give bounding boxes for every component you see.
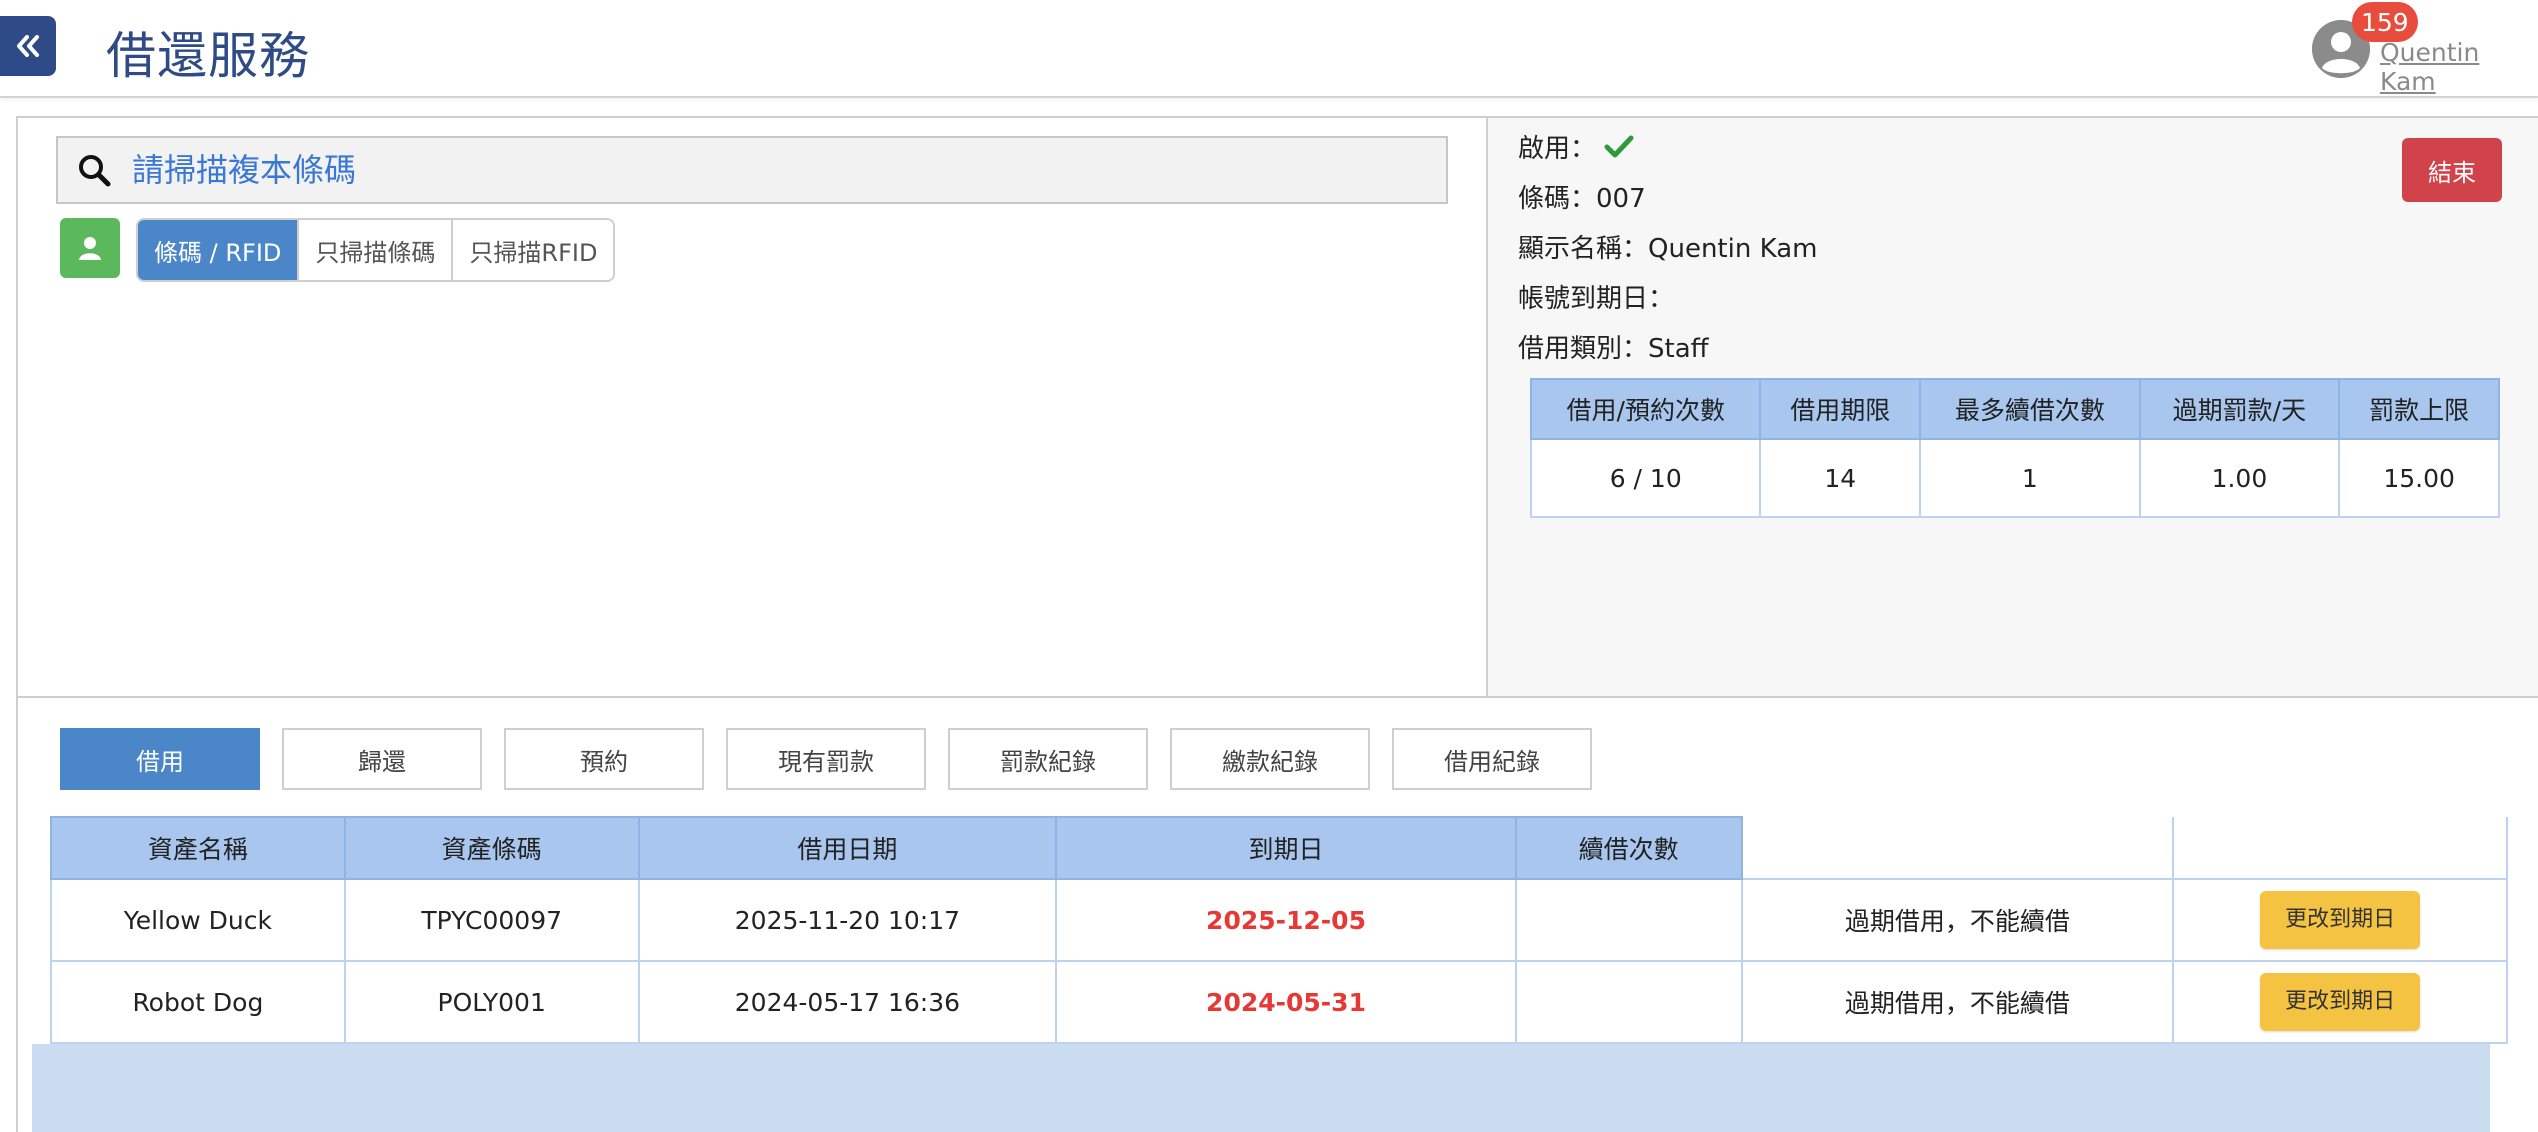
app-header: 借還服務 159 Quentin Kam [0,0,2538,98]
record-tabs: 借用 歸還 預約 現有罰款 罰款紀錄 繳款紀錄 借用紀錄 [60,728,1592,790]
scan-panel: 條碼 / RFID 只掃描條碼 只掃描RFID [16,116,1488,698]
table-footer-fill [32,1044,2490,1132]
notification-badge[interactable]: 159 [2352,2,2418,42]
enabled-row: 啟用： [1518,128,1634,165]
tab-fine-records[interactable]: 罰款紀錄 [948,728,1148,790]
renew-status-cell: 過期借用，不能續借 [1740,878,2175,962]
loan-header-blank [2173,817,2508,880]
table-row: Robot Dog POLY001 2024-05-17 16:36 2024-… [50,960,2508,1044]
loan-header-row: 資產名稱 資產條碼 借用日期 到期日 續借次數 [50,816,2508,880]
loan-header: 資產條碼 [343,816,640,880]
barcode-value: 007 [1596,184,1646,214]
patron-info-panel: 啟用： 條碼：007 顯示名稱：Quentin Kam 帳號到期日： 借用類別：… [1486,116,2538,698]
user-name-link[interactable]: Quentin Kam [2380,38,2538,96]
category-row: 借用類別：Staff [1518,328,1709,365]
asset-name-cell: Robot Dog [50,960,346,1044]
display-name-row: 顯示名稱：Quentin Kam [1518,228,1817,265]
user-icon [79,237,101,260]
renew-status-cell: 過期借用，不能續借 [1740,960,2175,1044]
quota-cell: 1 [1919,438,2141,518]
change-due-date-button[interactable]: 更改到期日 [2260,973,2421,1031]
expiry-row: 帳號到期日： [1518,278,1674,315]
search-icon [79,155,111,187]
scan-mode-rfid-only[interactable]: 只掃描RFID [453,220,614,280]
quota-header: 罰款上限 [2338,378,2500,440]
quota-header: 過期罰款/天 [2138,378,2341,440]
double-chevron-left-icon [17,35,39,57]
quota-cell: 14 [1759,438,1922,518]
tab-return[interactable]: 歸還 [282,728,482,790]
expiry-label: 帳號到期日： [1518,284,1675,314]
end-session-button[interactable]: 結束 [2402,138,2502,202]
barcode-search-input[interactable] [130,138,1446,202]
search-icon-wrap [58,153,130,187]
loan-header: 續借次數 [1514,816,1743,880]
category-label: 借用類別： [1518,334,1649,364]
display-name-value: Quentin Kam [1648,234,1818,264]
barcode-row: 條碼：007 [1518,178,1646,215]
quota-table: 借用/預約次數 借用期限 最多續借次數 過期罰款/天 罰款上限 6 / 10 1… [1529,378,2500,518]
loan-date-cell: 2025-11-20 10:17 [637,878,1058,962]
quota-header-row: 借用/預約次數 借用期限 最多續借次數 過期罰款/天 罰款上限 [1529,378,2500,440]
quota-cell: 1.00 [2138,438,2341,518]
change-due-date-button[interactable]: 更改到期日 [2260,891,2421,949]
tab-borrow[interactable]: 借用 [60,728,260,790]
quota-header: 借用/預約次數 [1529,378,1762,440]
tab-reserve[interactable]: 預約 [504,728,704,790]
due-date-cell: 2025-12-05 [1055,878,1517,962]
page-title: 借還服務 [106,27,310,85]
quota-header: 最多續借次數 [1919,378,2141,440]
loan-date-cell: 2024-05-17 16:36 [637,960,1058,1044]
quota-header: 借用期限 [1759,378,1922,440]
table-row: Yellow Duck TPYC00097 2025-11-20 10:17 2… [50,878,2508,962]
asset-name-cell: Yellow Duck [50,878,346,962]
asset-barcode-cell: TPYC00097 [343,878,640,962]
search-box [56,136,1448,204]
quota-row: 6 / 10 14 1 1.00 15.00 [1529,438,2500,518]
loan-table: 資產名稱 資產條碼 借用日期 到期日 續借次數 Yellow Duck TPYC… [50,816,2508,1044]
due-date-cell: 2024-05-31 [1055,960,1517,1044]
scan-mode-barcode-rfid[interactable]: 條碼 / RFID [138,220,300,280]
quota-cell: 15.00 [2338,438,2500,518]
scan-mode-barcode-only[interactable]: 只掃描條碼 [299,220,454,280]
renewals-cell [1514,878,1743,962]
quota-cell: 6 / 10 [1529,438,1762,518]
back-button[interactable] [0,16,56,76]
loan-header-blank [1741,817,2175,880]
loan-header: 到期日 [1055,816,1517,880]
tab-borrow-records[interactable]: 借用紀錄 [1392,728,1592,790]
category-value: Staff [1648,334,1709,364]
patron-lookup-button[interactable] [60,218,120,278]
enabled-label: 啟用： [1518,134,1597,164]
asset-barcode-cell: POLY001 [343,960,640,1044]
renewals-cell [1514,960,1743,1044]
display-name-label: 顯示名稱： [1518,234,1649,264]
tab-current-fines[interactable]: 現有罰款 [726,728,926,790]
barcode-label: 條碼： [1518,184,1597,214]
loan-header: 資產名稱 [50,816,346,880]
action-cell: 更改到期日 [2172,878,2508,962]
check-icon [1604,135,1634,158]
action-cell: 更改到期日 [2172,960,2508,1044]
loan-header: 借用日期 [637,816,1058,880]
tab-payment-records[interactable]: 繳款紀錄 [1170,728,1370,790]
scan-mode-group: 條碼 / RFID 只掃描條碼 只掃描RFID [136,218,616,282]
